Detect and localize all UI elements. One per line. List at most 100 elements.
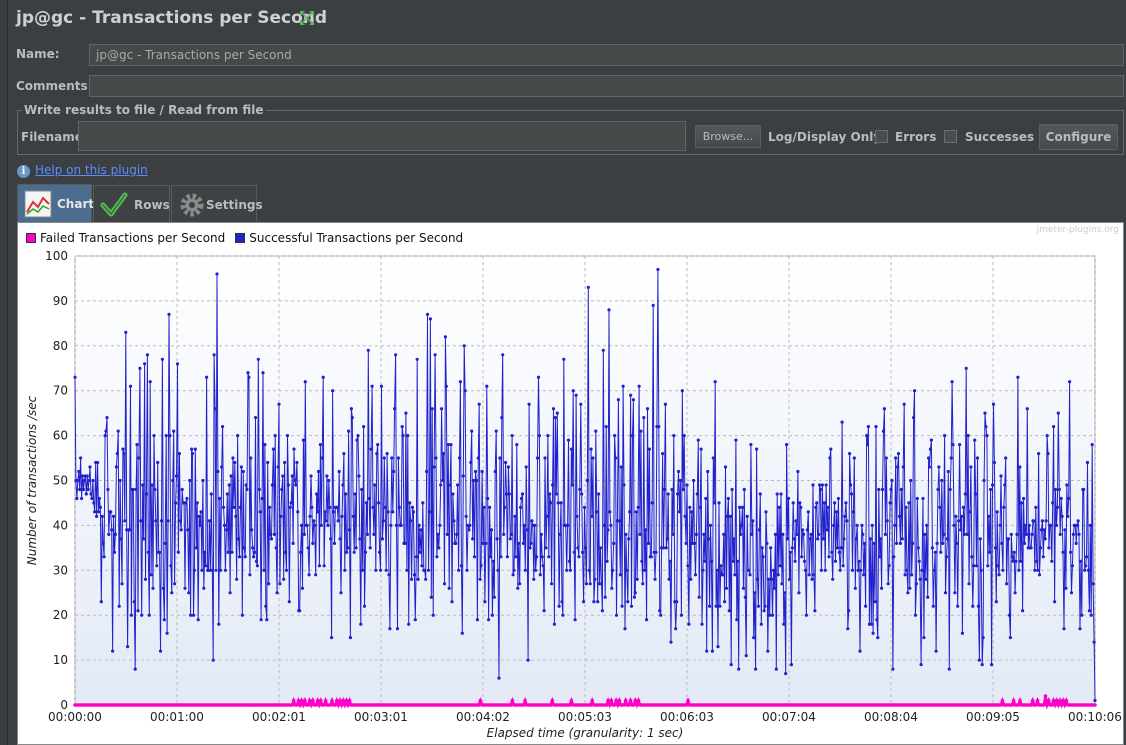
data-point-successful: [212, 353, 216, 357]
data-point-successful: [573, 618, 577, 622]
data-point-successful: [339, 591, 343, 595]
data-point-successful: [796, 469, 800, 474]
data-point-successful: [769, 546, 773, 550]
data-point-successful: [134, 487, 138, 492]
data-point-successful: [143, 577, 148, 581]
data-point-failed: [1050, 703, 1054, 707]
data-point-successful: [442, 582, 447, 586]
data-point-successful: [119, 537, 123, 541]
data-point-successful: [990, 483, 995, 487]
data-point-successful: [758, 492, 762, 496]
data-point-successful: [873, 600, 877, 604]
filename-field[interactable]: [78, 121, 686, 151]
tab-chart[interactable]: Chart: [17, 184, 94, 222]
data-point-successful: [593, 577, 597, 581]
data-point-successful: [1037, 573, 1042, 577]
data-point-successful: [583, 546, 588, 550]
data-point-successful: [554, 492, 558, 496]
data-point-successful: [752, 636, 756, 640]
data-point-successful: [356, 434, 360, 438]
data-point-successful: [110, 528, 114, 532]
data-point-successful: [773, 532, 778, 536]
data-point-successful: [927, 465, 932, 469]
data-point-successful: [475, 618, 479, 622]
data-point-successful: [807, 573, 811, 577]
data-point-failed: [299, 698, 304, 703]
data-point-failed: [1056, 703, 1061, 707]
data-point-successful: [963, 492, 967, 496]
data-point-successful: [419, 528, 423, 532]
data-point-successful: [882, 407, 887, 411]
data-point-successful: [721, 573, 725, 577]
data-point-successful: [975, 456, 980, 460]
data-point-successful: [490, 613, 494, 617]
expand-icon[interactable]: [299, 10, 315, 26]
successes-checkbox[interactable]: [944, 130, 957, 143]
data-point-successful: [967, 582, 971, 586]
data-point-successful: [482, 505, 486, 509]
data-point-successful: [426, 568, 431, 572]
data-point-successful: [745, 514, 749, 518]
data-point-successful: [218, 496, 222, 501]
data-point-successful: [905, 568, 909, 572]
data-point-successful: [980, 663, 984, 667]
tab-rows[interactable]: Rows: [93, 185, 170, 222]
errors-checkbox[interactable]: [875, 130, 888, 143]
data-point-successful: [413, 618, 417, 622]
data-point-successful: [78, 487, 82, 492]
data-point-successful: [978, 537, 982, 541]
data-point-successful: [1020, 501, 1024, 505]
data-point-successful: [559, 501, 563, 505]
data-point-successful: [793, 559, 797, 563]
data-point-successful: [278, 582, 282, 586]
data-point-successful: [930, 546, 935, 550]
data-point-successful: [196, 618, 200, 622]
data-point-successful: [777, 505, 781, 509]
name-field[interactable]: jp@gc - Transactions per Second: [89, 44, 1124, 66]
data-point-successful: [671, 532, 675, 536]
data-point-successful: [825, 528, 829, 532]
data-point-successful: [622, 483, 626, 487]
x-tick-label: 00:07:04: [762, 710, 816, 724]
data-point-successful: [959, 514, 964, 518]
configure-button[interactable]: Configure: [1039, 124, 1118, 150]
data-point-successful: [245, 487, 249, 492]
data-point-failed: [523, 698, 527, 703]
data-point-successful: [594, 429, 598, 433]
data-point-successful: [261, 371, 265, 375]
data-point-successful: [694, 532, 699, 536]
data-point-successful: [951, 443, 955, 447]
data-point-failed: [306, 703, 310, 707]
tab-settings[interactable]: Settings: [171, 185, 263, 222]
data-point-successful: [497, 676, 501, 680]
data-point-successful: [1075, 523, 1079, 527]
data-point-successful: [1071, 532, 1075, 536]
data-point-successful: [549, 501, 553, 505]
help-link[interactable]: Help on this plugin: [35, 163, 148, 177]
data-point-successful: [611, 568, 615, 572]
browse-button[interactable]: Browse...: [695, 125, 761, 148]
data-point-successful: [642, 416, 646, 420]
data-point-successful: [487, 618, 491, 622]
data-point-successful: [366, 348, 370, 352]
comments-field[interactable]: [89, 75, 1124, 97]
data-point-successful: [677, 510, 682, 514]
data-point-successful: [906, 591, 910, 595]
data-point-successful: [525, 528, 529, 532]
data-point-failed: [1046, 698, 1051, 703]
data-point-successful: [76, 478, 80, 483]
data-point-successful: [724, 586, 729, 590]
data-point-successful: [269, 537, 274, 541]
data-point-successful: [801, 528, 805, 532]
data-point-successful: [676, 492, 680, 496]
data-point-successful: [635, 577, 639, 581]
data-point-failed: [301, 703, 306, 707]
data-point-successful: [168, 434, 172, 438]
data-point-successful: [493, 469, 497, 474]
data-point-successful: [400, 425, 404, 429]
data-point-successful: [226, 550, 230, 554]
data-point-successful: [494, 429, 498, 433]
data-point-successful: [824, 483, 828, 487]
data-point-successful: [897, 514, 902, 518]
data-point-successful: [350, 416, 354, 420]
